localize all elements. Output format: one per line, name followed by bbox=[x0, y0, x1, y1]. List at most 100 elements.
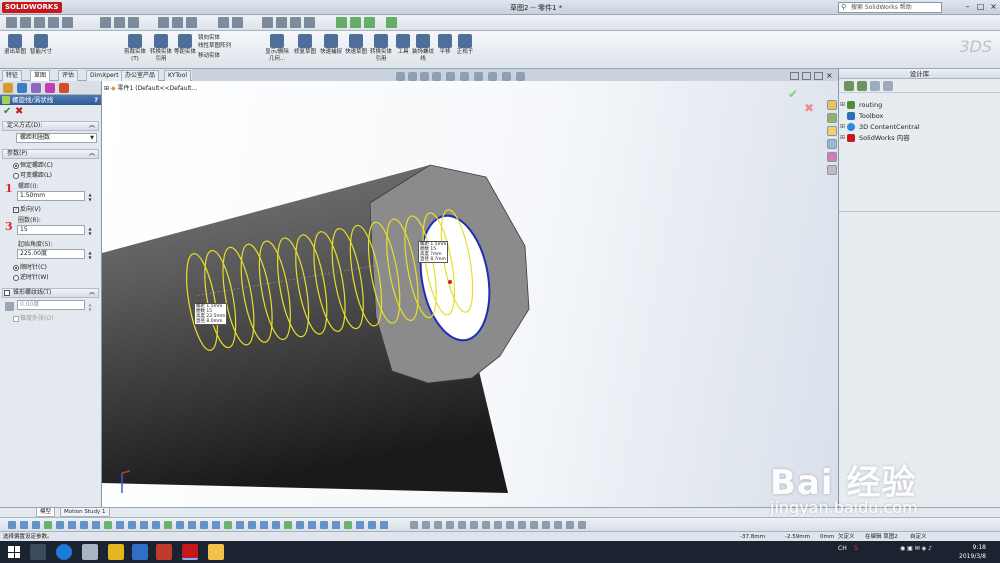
sketch-tool-icon[interactable] bbox=[356, 521, 364, 529]
helix-callout-right[interactable]: 螺距 1.5mm 圈数 15 高度 ?mm 直径 8.?mm bbox=[418, 241, 449, 263]
taper-section-header[interactable]: 锥形螺纹线(T) ︽ bbox=[2, 288, 99, 298]
sketch-tool-icon[interactable] bbox=[56, 521, 64, 529]
clockwise-radio[interactable] bbox=[13, 265, 19, 271]
sketch-tool-icon[interactable] bbox=[368, 521, 376, 529]
graphics-area[interactable]: ⊞ ◆ 零件1 (Default<<Default... 螺距 1.5mm 圈数… bbox=[102, 81, 838, 507]
ok-button[interactable]: ✔ bbox=[3, 106, 11, 117]
add-file-location-icon[interactable] bbox=[857, 81, 867, 91]
library-item-solidworks-content[interactable]: ⊞ SolidWorks 内容 bbox=[840, 133, 910, 143]
viewport-split-icon[interactable] bbox=[790, 72, 799, 80]
input-language[interactable]: CH bbox=[838, 545, 847, 552]
revolutions-spinner[interactable]: ▲ ▼ bbox=[87, 226, 93, 236]
previous-view-icon[interactable] bbox=[420, 72, 429, 81]
print-icon[interactable] bbox=[48, 17, 59, 28]
create-folder-icon[interactable] bbox=[870, 81, 880, 91]
sketch-tool-icon[interactable] bbox=[80, 521, 88, 529]
fix-icon[interactable] bbox=[364, 17, 375, 28]
rebuild-icon[interactable] bbox=[114, 17, 125, 28]
maximize-button[interactable]: □ bbox=[975, 2, 986, 12]
sketch-tool-icon[interactable] bbox=[272, 521, 280, 529]
appearances-icon[interactable] bbox=[827, 152, 837, 162]
revolutions-input[interactable]: 15 bbox=[17, 225, 85, 235]
sketch-tool-icon[interactable] bbox=[200, 521, 208, 529]
tab-model[interactable]: 模型 bbox=[36, 508, 56, 517]
library-item-routing[interactable]: ⊞ routing bbox=[840, 100, 882, 110]
helix-end-point[interactable] bbox=[448, 280, 452, 284]
sketch-tool-icon[interactable] bbox=[332, 521, 340, 529]
apply-scene-icon[interactable] bbox=[502, 72, 511, 81]
clockwise-option[interactable]: 顺时针(C) bbox=[0, 263, 101, 273]
select-icon[interactable] bbox=[100, 17, 111, 28]
sketch-tool-icon[interactable] bbox=[308, 521, 316, 529]
viewport-minimize-icon[interactable] bbox=[802, 72, 811, 80]
start-angle-spinner[interactable]: ▲ ▼ bbox=[87, 250, 93, 260]
relation-icon[interactable] bbox=[350, 17, 361, 28]
sketch-tool-icon[interactable] bbox=[44, 521, 52, 529]
sketch-tool-icon[interactable] bbox=[176, 521, 184, 529]
taper-angle-input[interactable]: 0.00度 bbox=[17, 300, 85, 310]
reverse-option[interactable]: 2 ✓ 反向(V) bbox=[0, 205, 101, 215]
cancel-button[interactable]: ✖ bbox=[15, 106, 23, 117]
variable-pitch-option[interactable]: 可变螺距(L) bbox=[0, 171, 101, 181]
close-button[interactable]: × bbox=[988, 2, 999, 12]
sketch-tool-icon[interactable] bbox=[128, 521, 136, 529]
view-palette-icon[interactable] bbox=[827, 139, 837, 149]
undo-icon[interactable] bbox=[62, 17, 73, 28]
edge-browser-icon[interactable] bbox=[56, 544, 72, 560]
library-item-3d-contentcentral[interactable]: ⊞ 3D ContentCentral bbox=[840, 122, 920, 132]
help-button[interactable]: ? bbox=[94, 95, 98, 105]
helix-start-point[interactable] bbox=[192, 294, 196, 298]
repair-sketch-button[interactable]: 修复草图 bbox=[292, 33, 318, 65]
sketch-tool-icon[interactable] bbox=[116, 521, 124, 529]
circle-tool-icon[interactable] bbox=[186, 17, 197, 28]
sketch-tool-icon[interactable] bbox=[68, 521, 76, 529]
tab-office-products[interactable]: 办公室产品 bbox=[121, 70, 160, 81]
sketch-tool-icon[interactable] bbox=[236, 521, 244, 529]
sketch-tool-icon[interactable] bbox=[296, 521, 304, 529]
model-canvas[interactable] bbox=[102, 81, 838, 507]
sketch-tool-icon[interactable] bbox=[8, 521, 16, 529]
save-icon[interactable] bbox=[34, 17, 45, 28]
file-explorer-taskbar-icon[interactable] bbox=[208, 544, 224, 560]
taper-outward-option[interactable]: 锥度外张(O) bbox=[0, 314, 101, 324]
sketch-tool-icon[interactable] bbox=[284, 521, 292, 529]
appearance-icon[interactable] bbox=[276, 17, 287, 28]
smart-dimension-button[interactable]: 智能尺寸 bbox=[28, 33, 54, 65]
sketch-tool-icon[interactable] bbox=[554, 521, 562, 529]
sketch-tool-icon[interactable] bbox=[542, 521, 550, 529]
refresh-icon[interactable] bbox=[883, 81, 893, 91]
feature-tree-icon[interactable] bbox=[3, 83, 13, 93]
helix-callout-left[interactable]: 螺距 1.5mm 圈数 15 高度 22.5mm 直径 8.0mm bbox=[194, 303, 228, 325]
constant-pitch-option[interactable]: 恒定螺距(C) bbox=[0, 161, 101, 171]
sketch-tool-icon[interactable] bbox=[380, 521, 388, 529]
hide-show-items-icon[interactable] bbox=[474, 72, 483, 81]
pitch-spinner[interactable]: ▲ ▼ bbox=[87, 192, 93, 202]
start-angle-input[interactable]: 225.00度 bbox=[17, 249, 85, 259]
sketch-tool-icon[interactable] bbox=[32, 521, 40, 529]
tab-motion-study-1[interactable]: Motion Study 1 bbox=[60, 508, 110, 517]
offset-entities-button[interactable]: 等距实体 bbox=[172, 33, 198, 65]
open-icon[interactable] bbox=[20, 17, 31, 28]
taper-outward-checkbox[interactable] bbox=[13, 316, 19, 322]
powerpoint-icon[interactable] bbox=[156, 544, 172, 560]
file-explorer-icon[interactable] bbox=[827, 126, 837, 136]
solidworks-taskbar-icon[interactable] bbox=[182, 544, 198, 560]
sketch-tool-icon[interactable] bbox=[164, 521, 172, 529]
sketch-tool-icon[interactable] bbox=[224, 521, 232, 529]
sketch-tool-icon[interactable] bbox=[212, 521, 220, 529]
new-icon[interactable] bbox=[6, 17, 17, 28]
outlook-icon[interactable] bbox=[132, 544, 148, 560]
sketch-tool-icon[interactable] bbox=[188, 521, 196, 529]
viewport-restore-icon[interactable] bbox=[814, 72, 823, 80]
sketch-tool-icon[interactable] bbox=[344, 521, 352, 529]
sketch-tool-icon[interactable] bbox=[470, 521, 478, 529]
sketch-tool-icon[interactable] bbox=[320, 521, 328, 529]
display-manager-icon[interactable] bbox=[59, 83, 69, 93]
parameters-section-header[interactable]: 参数(P) ︽ bbox=[2, 149, 99, 159]
counterclockwise-radio[interactable] bbox=[13, 275, 19, 281]
dimxpert-icon[interactable] bbox=[45, 83, 55, 93]
sketch-tools-icon[interactable] bbox=[386, 17, 397, 28]
sketch-tool-icon[interactable] bbox=[152, 521, 160, 529]
scene-icon[interactable] bbox=[290, 17, 301, 28]
solidworks-resources-icon[interactable] bbox=[827, 100, 837, 110]
